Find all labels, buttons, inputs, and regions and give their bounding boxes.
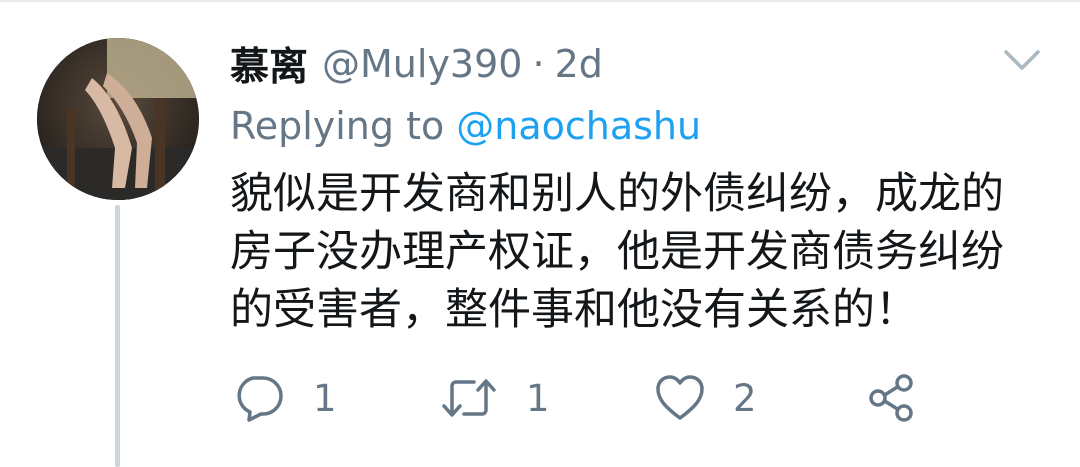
retweet-button[interactable]: 1 bbox=[440, 372, 550, 424]
replying-mention-link[interactable]: @naochashu bbox=[456, 104, 701, 148]
user-handle[interactable]: @Muly390 bbox=[322, 42, 522, 86]
retweet-icon bbox=[442, 379, 496, 417]
like-count: 2 bbox=[733, 376, 757, 420]
separator-dot: · bbox=[532, 42, 545, 86]
timestamp[interactable]: 2d bbox=[555, 42, 603, 86]
avatar[interactable] bbox=[37, 38, 199, 200]
top-divider bbox=[0, 0, 1080, 2]
avatar-image bbox=[37, 38, 199, 200]
retweet-count: 1 bbox=[526, 376, 550, 420]
replying-label: Replying to bbox=[230, 104, 445, 148]
like-button[interactable]: 2 bbox=[655, 372, 757, 424]
thread-connector-line bbox=[115, 205, 120, 467]
tweet-text-line: 貌似是开发商和别人的外债纠纷，成龙的 bbox=[230, 169, 1004, 219]
tweet-menu-button[interactable] bbox=[1000, 42, 1044, 78]
share-icon bbox=[869, 374, 913, 422]
reply-count: 1 bbox=[313, 376, 337, 420]
reply-icon bbox=[237, 376, 283, 422]
chevron-down-icon bbox=[1004, 50, 1040, 70]
tweet-text: 貌似是开发商和别人的外债纠纷，成龙的 房子没办理产权证，他是开发商债务纠纷 的受… bbox=[230, 165, 1060, 339]
share-button[interactable] bbox=[866, 372, 918, 424]
tweet-header: 慕离 @Muly390 · 2d bbox=[230, 38, 603, 90]
reply-button[interactable]: 1 bbox=[233, 372, 337, 424]
tweet-text-line: 的受害者，整件事和他没有关系的！ bbox=[230, 285, 918, 335]
replying-to: Replying to @naochashu bbox=[230, 100, 701, 152]
tweet-text-line: 房子没办理产权证，他是开发商债务纠纷 bbox=[230, 227, 1004, 277]
heart-icon bbox=[656, 375, 704, 420]
display-name[interactable]: 慕离 bbox=[230, 36, 308, 92]
